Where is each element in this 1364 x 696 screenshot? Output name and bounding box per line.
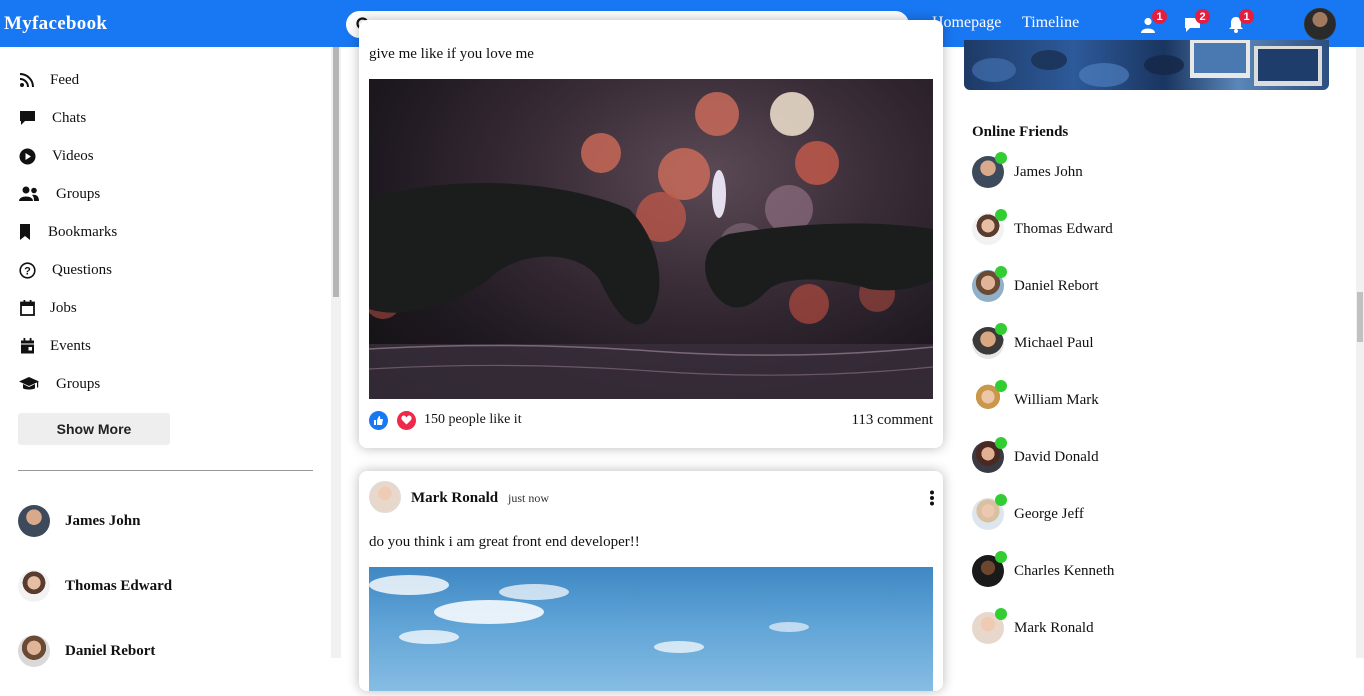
friend-requests-button[interactable]: 1 bbox=[1141, 9, 1167, 36]
profile-avatar[interactable] bbox=[1304, 8, 1336, 40]
heart-icon[interactable] bbox=[397, 410, 416, 430]
messages-badge: 2 bbox=[1195, 9, 1210, 24]
sidebar-item-label: Events bbox=[50, 337, 91, 354]
nav-link-timeline[interactable]: Timeline bbox=[1022, 14, 1079, 32]
friend-item[interactable]: James John bbox=[18, 505, 140, 537]
post-card: give me like if you love me 150 people l… bbox=[359, 20, 943, 448]
sidebar-item-groups[interactable]: Groups bbox=[18, 182, 100, 206]
sidebar-item-label: Groups bbox=[56, 375, 101, 392]
chat-icon bbox=[18, 109, 36, 127]
app-logo[interactable]: Myfacebook bbox=[4, 13, 107, 35]
online-friend-item[interactable]: William Mark bbox=[972, 380, 1099, 416]
friend-requests-badge: 1 bbox=[1152, 9, 1167, 24]
sidebar-item-label: Videos bbox=[52, 147, 94, 164]
notifications-badge: 1 bbox=[1239, 9, 1254, 24]
online-friend-item[interactable]: George Jeff bbox=[972, 494, 1084, 530]
reactions-bar: 150 people like it 113 comment bbox=[369, 408, 933, 432]
rss-icon bbox=[18, 71, 36, 89]
left-scrollbar-thumb[interactable] bbox=[333, 47, 339, 297]
online-friend-item[interactable]: Daniel Rebort bbox=[972, 266, 1099, 302]
friend-name: Michael Paul bbox=[1014, 334, 1094, 351]
online-friend-item[interactable]: Mark Ronald bbox=[972, 608, 1094, 644]
sidebar-item-videos[interactable]: Videos bbox=[18, 144, 94, 168]
post-card: Mark Ronald just now do you think i am g… bbox=[359, 471, 943, 691]
messages-button[interactable]: 2 bbox=[1184, 9, 1210, 36]
online-friends-title: Online Friends bbox=[972, 124, 1069, 140]
avatar bbox=[18, 505, 50, 537]
sidebar-item-feed[interactable]: Feed bbox=[18, 68, 79, 92]
more-options-icon[interactable] bbox=[929, 490, 935, 506]
sidebar-item-groups-education[interactable]: Groups bbox=[18, 372, 100, 396]
sidebar-item-events[interactable]: Events bbox=[18, 334, 91, 358]
post-author[interactable]: Mark Ronald bbox=[411, 490, 498, 507]
play-circle-icon bbox=[18, 147, 36, 165]
calendar-icon bbox=[18, 299, 36, 317]
online-status-dot bbox=[995, 266, 1007, 278]
post-text: do you think i am great front end develo… bbox=[369, 534, 640, 550]
post-image[interactable] bbox=[369, 567, 933, 691]
friend-name: Daniel Rebort bbox=[65, 642, 156, 659]
like-icon[interactable] bbox=[369, 410, 388, 430]
friend-item[interactable]: Thomas Edward bbox=[18, 570, 172, 602]
friend-item[interactable]: Daniel Rebort bbox=[18, 635, 155, 667]
users-icon bbox=[18, 185, 40, 203]
online-status-dot bbox=[995, 152, 1007, 164]
online-friend-item[interactable]: Thomas Edward bbox=[972, 209, 1113, 245]
friend-name: William Mark bbox=[1014, 391, 1099, 408]
show-more-button[interactable]: Show More bbox=[18, 413, 170, 445]
friend-name: James John bbox=[65, 512, 141, 529]
sidebar-item-bookmarks[interactable]: Bookmarks bbox=[18, 220, 117, 244]
online-status-dot bbox=[995, 323, 1007, 335]
notifications-button[interactable]: 1 bbox=[1228, 9, 1254, 36]
friend-name: Mark Ronald bbox=[1014, 619, 1094, 636]
friend-name: James John bbox=[1014, 163, 1083, 180]
friend-name: Thomas Edward bbox=[1014, 220, 1113, 237]
post-image-artwork bbox=[369, 92, 933, 399]
friend-name: Charles Kenneth bbox=[1014, 562, 1115, 579]
post-text: give me like if you love me bbox=[369, 46, 534, 62]
event-icon bbox=[18, 337, 36, 355]
question-circle-icon: ? bbox=[18, 261, 36, 279]
likes-count: 150 people like it bbox=[424, 412, 522, 427]
bookmark-icon bbox=[18, 223, 32, 241]
sidebar-item-label: Questions bbox=[52, 261, 112, 278]
friend-name: Daniel Rebort bbox=[1014, 277, 1099, 294]
comments-count[interactable]: 113 comment bbox=[851, 412, 933, 429]
sidebar-item-label: Groups bbox=[56, 185, 101, 202]
sidebar-item-jobs[interactable]: Jobs bbox=[18, 296, 77, 320]
online-friend-item[interactable]: James John bbox=[972, 152, 1083, 188]
left-sidebar: Feed Chats Videos Groups Bookmarks ? Que… bbox=[0, 47, 331, 667]
online-status-dot bbox=[995, 608, 1007, 620]
online-status-dot bbox=[995, 437, 1007, 449]
online-status-dot bbox=[995, 494, 1007, 506]
right-sidebar-banner-image[interactable] bbox=[964, 40, 1329, 90]
sidebar-item-label: Feed bbox=[50, 71, 80, 88]
page-scrollbar-thumb[interactable] bbox=[1357, 292, 1363, 342]
banner-artwork bbox=[972, 40, 1322, 87]
online-friend-item[interactable]: Charles Kenneth bbox=[972, 551, 1115, 587]
sidebar-item-questions[interactable]: ? Questions bbox=[18, 258, 112, 282]
svg-text:?: ? bbox=[24, 265, 31, 277]
sidebar-item-label: Jobs bbox=[50, 299, 77, 316]
friend-name: Thomas Edward bbox=[65, 577, 173, 594]
avatar bbox=[18, 635, 50, 667]
graduation-cap-icon bbox=[18, 375, 40, 393]
sidebar-item-label: Chats bbox=[52, 109, 87, 126]
sidebar-item-chats[interactable]: Chats bbox=[18, 106, 86, 130]
page-scrollbar-track[interactable] bbox=[1356, 47, 1364, 658]
post-image-artwork bbox=[369, 575, 809, 653]
sidebar-item-label: Bookmarks bbox=[48, 223, 118, 240]
avatar[interactable] bbox=[369, 481, 401, 513]
post-image[interactable] bbox=[369, 79, 933, 399]
friend-name: David Donald bbox=[1014, 448, 1099, 465]
online-friend-item[interactable]: Michael Paul bbox=[972, 323, 1094, 359]
sidebar-divider bbox=[18, 470, 313, 471]
online-status-dot bbox=[995, 209, 1007, 221]
friend-name: George Jeff bbox=[1014, 505, 1084, 522]
avatar bbox=[18, 570, 50, 602]
online-status-dot bbox=[995, 380, 1007, 392]
post-time: just now bbox=[508, 491, 550, 505]
online-friend-item[interactable]: David Donald bbox=[972, 437, 1099, 473]
online-status-dot bbox=[995, 551, 1007, 563]
